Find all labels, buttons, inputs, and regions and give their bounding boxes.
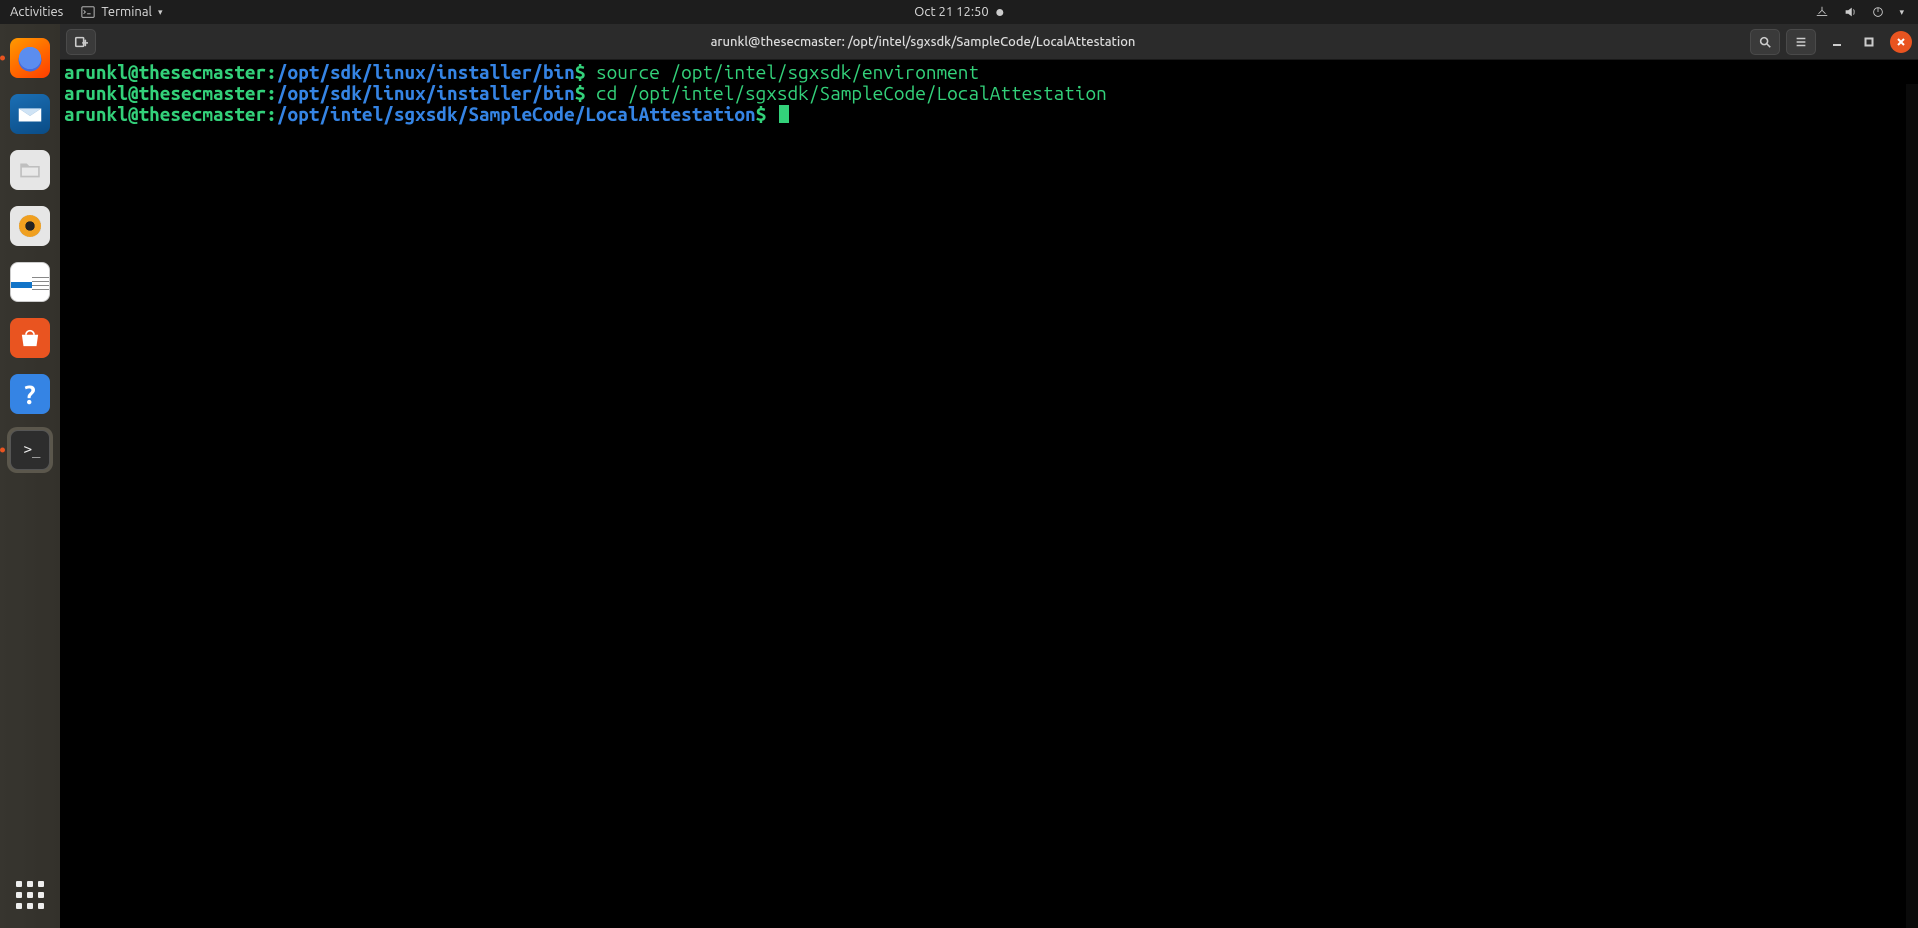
firefox-icon xyxy=(10,38,50,78)
volume-icon xyxy=(1843,5,1857,19)
prompt-path: /opt/intel/sgxsdk/SampleCode/LocalAttest… xyxy=(277,103,756,125)
new-tab-button[interactable] xyxy=(66,29,96,55)
terminal-icon xyxy=(10,430,50,470)
files-icon xyxy=(10,150,50,190)
window-maximize-button[interactable] xyxy=(1858,31,1880,53)
prompt-user: arunkl@thesecmaster xyxy=(64,103,266,125)
dock-terminal[interactable] xyxy=(7,427,53,473)
terminal-output[interactable]: arunkl@thesecmaster:/opt/sdk/linux/insta… xyxy=(60,60,1918,928)
search-icon xyxy=(1758,35,1772,49)
prompt-path: /opt/sdk/linux/installer/bin xyxy=(277,82,575,104)
power-icon xyxy=(1871,5,1885,19)
terminal-scrollbar[interactable] xyxy=(1906,84,1918,928)
prompt-path: /opt/sdk/linux/installer/bin xyxy=(277,61,575,83)
window-minimize-button[interactable] xyxy=(1826,31,1848,53)
libreoffice-writer-icon xyxy=(10,262,50,302)
window-titlebar: arunkl@thesecmaster: /opt/intel/sgxsdk/S… xyxy=(60,24,1918,60)
app-menu[interactable]: Terminal ▾ xyxy=(81,5,162,19)
activities-button[interactable]: Activities xyxy=(10,5,63,19)
system-status-area[interactable]: ▾ xyxy=(1815,5,1918,19)
rhythmbox-icon xyxy=(10,206,50,246)
terminal-window: arunkl@thesecmaster: /opt/intel/sgxsdk/S… xyxy=(60,24,1918,928)
terminal-line: arunkl@thesecmaster:/opt/sdk/linux/insta… xyxy=(64,62,1914,83)
thunderbird-icon xyxy=(10,94,50,134)
chevron-down-icon: ▾ xyxy=(158,7,163,18)
dock-help[interactable]: ? xyxy=(7,371,53,417)
close-icon xyxy=(1896,37,1906,47)
network-icon xyxy=(1815,5,1829,19)
dock-writer[interactable] xyxy=(7,259,53,305)
app-menu-label: Terminal xyxy=(101,5,152,19)
dock-software[interactable] xyxy=(7,315,53,361)
dock-thunderbird[interactable] xyxy=(7,91,53,137)
hamburger-icon xyxy=(1794,35,1808,49)
search-button[interactable] xyxy=(1750,29,1780,55)
prompt-user: arunkl@thesecmaster xyxy=(64,61,266,83)
prompt-command: cd /opt/intel/sgxsdk/SampleCode/LocalAtt… xyxy=(596,82,1107,104)
clock-text: Oct 21 12:50 xyxy=(914,5,988,19)
window-title: arunkl@thesecmaster: /opt/intel/sgxsdk/S… xyxy=(102,35,1744,49)
clock[interactable]: Oct 21 12:50 xyxy=(914,5,1003,19)
window-close-button[interactable] xyxy=(1890,31,1912,53)
ubuntu-software-icon xyxy=(10,318,50,358)
show-applications-button[interactable] xyxy=(7,872,53,918)
minimize-icon xyxy=(1832,37,1842,47)
new-tab-icon xyxy=(74,35,88,49)
terminal-line: arunkl@thesecmaster:/opt/intel/sgxsdk/Sa… xyxy=(64,104,1914,125)
terminal-icon xyxy=(81,5,95,19)
prompt-user: arunkl@thesecmaster xyxy=(64,82,266,104)
hamburger-menu-button[interactable] xyxy=(1786,29,1816,55)
ubuntu-dock: ? xyxy=(0,24,60,928)
terminal-line: arunkl@thesecmaster:/opt/sdk/linux/insta… xyxy=(64,83,1914,104)
chevron-down-icon: ▾ xyxy=(1899,7,1904,18)
maximize-icon xyxy=(1864,37,1874,47)
prompt-command: source /opt/intel/sgxsdk/environment xyxy=(596,61,979,83)
gnome-top-panel: Activities Terminal ▾ Oct 21 12:50 ▾ xyxy=(0,0,1918,24)
dock-rhythmbox[interactable] xyxy=(7,203,53,249)
dock-firefox[interactable] xyxy=(7,35,53,81)
dock-files[interactable] xyxy=(7,147,53,193)
notification-dot-icon xyxy=(997,9,1004,16)
terminal-cursor xyxy=(779,105,789,123)
help-icon: ? xyxy=(10,374,50,414)
